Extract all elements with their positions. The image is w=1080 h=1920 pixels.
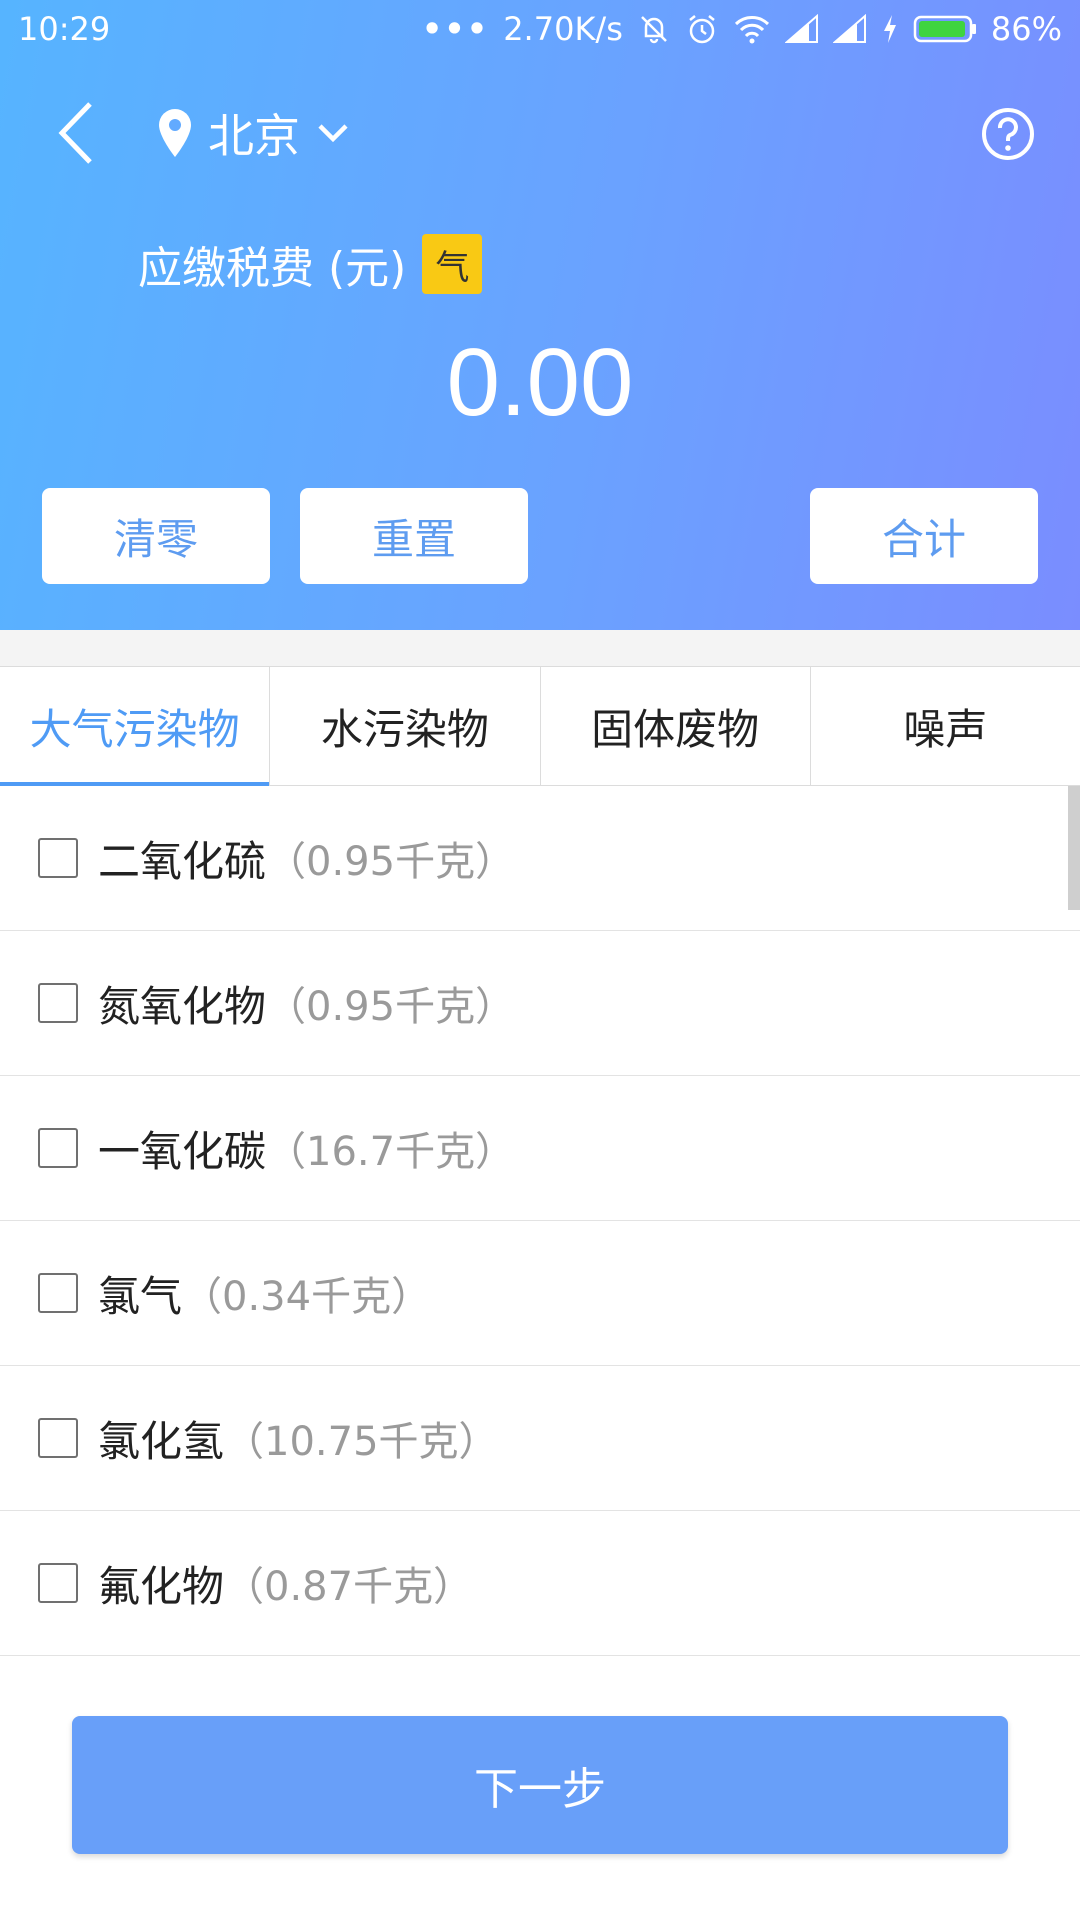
checkbox[interactable] xyxy=(38,1418,78,1458)
signal-icon xyxy=(784,14,819,44)
list-item[interactable]: 氟化物 （0.87千克） xyxy=(0,1511,1080,1656)
list-item[interactable]: 氯化氢 （10.75千克） xyxy=(0,1366,1080,1511)
tax-amount-label: 应缴税费 (元) 气 xyxy=(138,232,483,296)
separator-band xyxy=(0,630,1080,666)
category-tabs: 大气污染物 水污染物 固体废物 噪声 xyxy=(0,666,1080,786)
list-item[interactable]: 氮氧化物 （0.95千克） xyxy=(0,931,1080,1076)
item-amount: （0.34千克） xyxy=(182,1274,432,1320)
back-button[interactable] xyxy=(52,98,104,168)
total-button[interactable]: 合计 xyxy=(810,488,1038,584)
checkbox[interactable] xyxy=(38,1563,78,1603)
city-name: 北京 xyxy=(208,109,300,163)
tab-water-pollutants[interactable]: 水污染物 xyxy=(270,667,541,785)
chevron-down-icon xyxy=(318,124,348,143)
checkbox[interactable] xyxy=(38,1128,78,1168)
status-time: 10:29 xyxy=(18,10,111,48)
item-name: 氮氧化物 xyxy=(98,981,267,1031)
location-pin-icon xyxy=(159,109,191,157)
tax-amount-value: 0.00 xyxy=(446,329,634,436)
item-name: 氟化物 xyxy=(98,1561,225,1611)
battery-icon xyxy=(913,14,977,44)
clear-button[interactable]: 清零 xyxy=(42,488,270,584)
wifi-icon xyxy=(733,14,771,44)
tax-label-text: 应缴税费 (元) xyxy=(138,243,407,294)
checkbox[interactable] xyxy=(38,983,78,1023)
next-step-button[interactable]: 下一步 xyxy=(72,1716,1008,1854)
checkbox[interactable] xyxy=(38,838,78,878)
checkbox[interactable] xyxy=(38,1273,78,1313)
item-name: 二氧化硫 xyxy=(98,836,267,886)
battery-percent: 86% xyxy=(990,10,1062,48)
network-speed: 2.70K/s xyxy=(503,10,623,48)
item-name: 氯气 xyxy=(98,1271,183,1321)
tab-solid-waste[interactable]: 固体废物 xyxy=(541,667,811,785)
status-more-dots: ••• xyxy=(421,10,490,48)
list-item[interactable]: 一氧化碳 （16.7千克） xyxy=(0,1076,1080,1221)
item-name: 氯化氢 xyxy=(98,1416,225,1466)
list-item[interactable]: 二氧化硫 （0.95千克） xyxy=(0,786,1080,931)
list-item[interactable]: 氯气 （0.34千克） xyxy=(0,1221,1080,1366)
item-name: 一氧化碳 xyxy=(98,1126,267,1176)
back-arrow-icon xyxy=(58,102,92,164)
charging-icon xyxy=(881,13,899,45)
mute-bell-icon xyxy=(637,12,671,46)
status-icons: ••• 2.70K/s 86% xyxy=(422,10,1062,48)
item-amount: （10.75千克） xyxy=(224,1419,499,1465)
city-selector[interactable]: 北京 xyxy=(156,100,350,166)
help-question-icon xyxy=(982,108,1034,160)
pollutant-list: 二氧化硫 （0.95千克） 氮氧化物 （0.95千克） 一氧化碳 （16.7千克… xyxy=(0,786,1080,1656)
item-amount: （0.87千克） xyxy=(224,1564,474,1610)
status-bar: 10:29 ••• 2.70K/s 86% xyxy=(0,0,1080,60)
reset-button[interactable]: 重置 xyxy=(300,488,528,584)
signal-icon-2 xyxy=(832,14,867,44)
item-amount: （0.95千克） xyxy=(266,984,516,1030)
item-amount: （0.95千克） xyxy=(266,839,516,885)
item-amount: （16.7千克） xyxy=(266,1129,516,1175)
alarm-clock-icon xyxy=(685,12,719,46)
tab-noise[interactable]: 噪声 xyxy=(811,667,1080,785)
help-button[interactable] xyxy=(980,106,1036,162)
list-scrollbar[interactable] xyxy=(1068,786,1080,910)
gas-badge: 气 xyxy=(422,234,483,294)
tab-air-pollutants[interactable]: 大气污染物 xyxy=(0,667,271,786)
